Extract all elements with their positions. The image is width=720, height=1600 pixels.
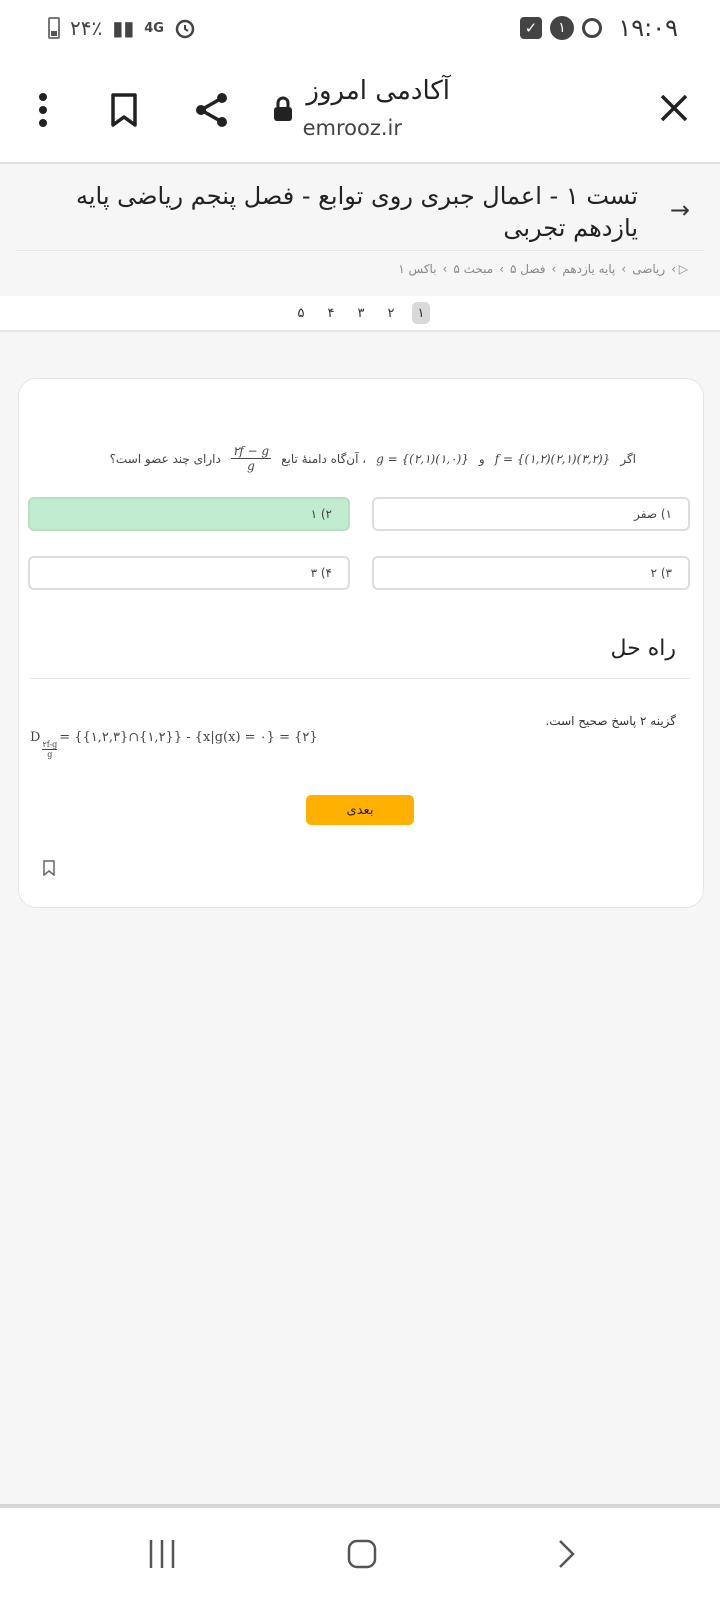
clock: ۱۹:۰۹ [618,14,678,42]
status-bar: ۱۹:۰۹ ✓ ۱ ۲۴٪ ▮▮ 4G [0,0,720,60]
more-options-icon[interactable] [28,88,58,132]
page-button-5[interactable]: ۵ [292,302,310,324]
option-2-correct[interactable]: ۲) ۱ [28,497,350,531]
fraction-numerator: ۲f − g [230,444,272,459]
home-icon[interactable] [344,1536,380,1572]
formula-body: = {{۱,۲,۳}∩{۱,۲}} - {x|g(x) = ۰} = {۲} [59,730,318,745]
browser-header: آکادمی امروز emrooz.ir [0,60,720,164]
question-text: اگر f = {(۱,۲)(۲,۱)(۳,۲)} و g = {(۲,۱)(۱… [110,444,636,473]
function-fraction: ۲f − g g [230,444,272,473]
formula-subscript: ۲f-g g [42,740,58,759]
option-4[interactable]: ۴) ۳ [28,556,350,590]
question-pager: ۱ ۲ ۳ ۴ ۵ [0,296,720,332]
page-title: تست ۱ - اعمال جبری روی توابع - فصل پنجم … [75,182,638,242]
checkbox-notification-icon: ✓ [520,17,542,39]
notification-icons: ✓ ۱ [520,16,602,40]
timer-icon [582,18,602,38]
back-icon[interactable] [548,1536,584,1572]
formula-sub-num: ۲f-g [42,740,58,750]
f-definition: f = {(۱,۲)(۲,۱)(۳,۲)} [494,451,611,466]
breadcrumb-item[interactable]: فصل ۵ [510,262,546,276]
breadcrumb-sep: › [442,262,448,276]
question-end: دارای چند عضو است؟ [109,451,221,466]
close-icon[interactable] [654,88,694,128]
breadcrumb-item[interactable]: باکس ۱ [398,262,436,276]
notification-count-badge: ۱ [550,16,574,40]
page-button-4[interactable]: ۴ [322,302,340,324]
question-and: و [478,451,485,466]
breadcrumb: › ریاضی › پایه یازدهم › فصل ۵ › مبحث ۵ ›… [398,262,676,276]
option-1[interactable]: ۱) صفر [372,497,690,531]
recent-apps-icon[interactable] [144,1536,180,1572]
solution-heading: راه حل [610,636,676,661]
signal-icon: ▮▮ [112,16,135,40]
share-icon[interactable] [190,88,234,132]
breadcrumb-item[interactable]: ریاضی [632,262,665,276]
bookmark-icon[interactable] [104,88,144,132]
site-name: آکادمی امروز [306,76,450,106]
breadcrumb-sep: › [499,262,505,276]
solution-formula: D ۲f-g g = {{۱,۲,۳}∩{۱,۲}} - {x|g(x) = ۰… [30,730,318,759]
back-arrow-icon[interactable]: → [670,196,690,224]
site-url: emrooz.ir [302,116,402,140]
breadcrumb-item[interactable]: مبحث ۵ [453,262,493,276]
page-button-1[interactable]: ۱ [412,302,430,324]
network-type: 4G [144,20,164,36]
fraction-denominator: g [247,459,255,473]
divider [30,678,690,679]
next-button[interactable]: بعدی [306,795,414,825]
answer-text: گزینه ۲ پاسخ صحیح است. [545,714,676,728]
bookmark-question-icon[interactable] [42,860,56,880]
battery-percent: ۲۴٪ [70,16,103,40]
system-icons: ۲۴٪ ▮▮ 4G [48,16,196,40]
page-button-2[interactable]: ۲ [382,302,400,324]
page-button-3[interactable]: ۳ [352,302,370,324]
alarm-icon [175,19,195,39]
formula-sub-den: g [47,750,53,759]
divider [16,250,704,251]
question-if: اگر [620,451,636,466]
formula-d: D [30,730,41,745]
battery-icon [48,17,60,39]
option-3[interactable]: ۳) ۲ [372,556,690,590]
system-nav-bar [0,1508,720,1600]
breadcrumb-sep: › [551,262,557,276]
lock-icon[interactable] [270,94,296,124]
question-then: ، آن‌گاه دامنهٔ تابع [281,451,367,466]
play-icon[interactable]: ▷ [679,262,688,276]
breadcrumb-sep: › [671,262,676,276]
breadcrumb-item[interactable]: پایه یازدهم [562,262,615,276]
breadcrumb-sep: › [621,262,627,276]
g-definition: g = {(۲,۱)(۱,۰)} [376,451,469,466]
